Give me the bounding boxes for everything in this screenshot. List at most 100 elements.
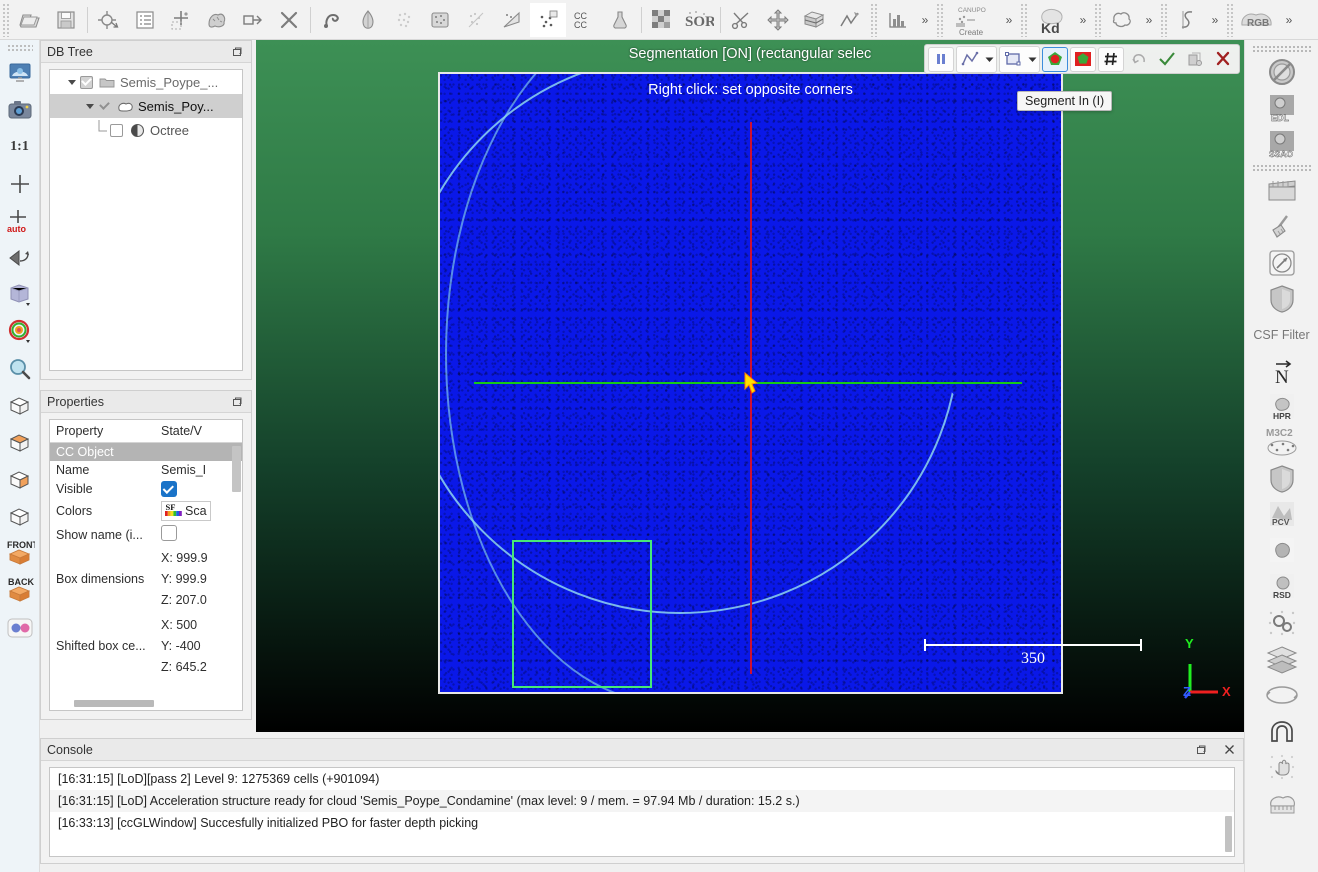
polyline-select-button[interactable] <box>957 47 983 72</box>
edl-shader-button[interactable]: EDL <box>1247 90 1317 126</box>
tree-item-semis-poy-cloud[interactable]: Semis_Poy... <box>50 94 242 118</box>
undock-icon[interactable] <box>229 44 245 60</box>
segment-in-button[interactable] <box>1042 46 1068 72</box>
table-row[interactable]: Colors SF Sca <box>50 499 242 523</box>
view-left-button[interactable] <box>2 498 38 535</box>
visible-checkbox[interactable] <box>161 481 177 497</box>
zoom-one-to-one-button[interactable]: 1:1 <box>2 128 38 165</box>
ssao-shader-button[interactable]: SSAO <box>1247 126 1317 162</box>
global-zoom-button[interactable] <box>2 54 38 91</box>
align-button[interactable] <box>494 3 530 37</box>
cross-section-button[interactable] <box>796 3 832 37</box>
rgb-plugin-button[interactable]: RGB <box>1236 3 1280 37</box>
toggle-properties-button[interactable] <box>163 3 199 37</box>
snapshot-button[interactable] <box>2 91 38 128</box>
properties-horizontal-scrollbar[interactable] <box>74 700 154 707</box>
hand-button[interactable] <box>1247 749 1317 785</box>
left-toolbar-drag-handle[interactable] <box>6 44 33 51</box>
validate-and-delete-button[interactable] <box>1182 47 1208 72</box>
poisson-blob-button[interactable] <box>1247 533 1317 569</box>
rectangular-selection-combo[interactable] <box>999 45 1040 73</box>
console-scrollbar[interactable] <box>1225 816 1232 852</box>
m3c2-button[interactable]: M3C2 <box>1247 425 1317 461</box>
sor-filter-button[interactable]: SOR <box>681 3 717 37</box>
translate-rotate-button[interactable] <box>760 3 796 37</box>
toolbar-drag-handle[interactable] <box>1094 2 1102 37</box>
save-button[interactable] <box>48 3 84 37</box>
toolbar-drag-handle[interactable] <box>870 2 878 37</box>
delete-button[interactable] <box>271 3 307 37</box>
properties-body[interactable]: Property State/V CC Object Name Semis_I … <box>49 419 243 711</box>
table-row[interactable]: Shifted box ce... X: 500 Y: -400 Z: 645.… <box>50 613 242 680</box>
cc-cc-button[interactable]: CC CC <box>566 3 602 37</box>
register-clouds-button[interactable] <box>458 3 494 37</box>
table-row[interactable]: Box dimensions X: 999.9 Y: 999.9 Z: 207.… <box>50 546 242 613</box>
tree-item-octree[interactable]: Octree <box>50 118 242 142</box>
animation-button[interactable] <box>1247 173 1317 209</box>
toolbar-overflow-plugin2[interactable]: » <box>1206 3 1224 37</box>
visibility-checkbox[interactable] <box>98 100 111 113</box>
show-name-checkbox[interactable] <box>161 525 177 541</box>
polyline-dropdown-arrow-icon[interactable] <box>983 47 996 72</box>
toolbar-overflow-canupo[interactable]: » <box>1000 3 1018 37</box>
no-shader-button[interactable] <box>1247 54 1317 90</box>
undock-icon[interactable] <box>1193 742 1209 758</box>
shield-csf-button[interactable] <box>1247 281 1317 317</box>
cloud-measure-button[interactable] <box>1247 785 1317 821</box>
rect-select-button[interactable] <box>1000 47 1026 72</box>
arch-button[interactable] <box>1247 713 1317 749</box>
cancel-button[interactable] <box>1210 47 1236 72</box>
color-scale-button[interactable] <box>2 313 38 350</box>
toolbar-overflow-histogram[interactable]: » <box>916 3 934 37</box>
colors-dropdown[interactable]: SF Sca <box>161 501 211 521</box>
open-button[interactable] <box>12 3 48 37</box>
properties-vertical-scrollbar[interactable] <box>232 446 241 492</box>
shield-2-button[interactable] <box>1247 461 1317 497</box>
gears-button[interactable] <box>1247 605 1317 641</box>
view-bottom-button[interactable] <box>2 461 38 498</box>
visibility-checkbox[interactable] <box>110 123 123 137</box>
global-shift-button[interactable] <box>91 3 127 37</box>
view-isometric-button[interactable] <box>2 424 38 461</box>
view-top-button[interactable] <box>2 387 38 424</box>
hpr-button[interactable]: HPR <box>1247 389 1317 425</box>
undo-button[interactable] <box>1126 47 1152 72</box>
broom-button[interactable] <box>1247 209 1317 245</box>
right-toolbar-drag-handle-2[interactable] <box>1251 164 1312 171</box>
canupo-create-button[interactable]: CANUPO Create <box>946 3 1000 37</box>
use-existing-polyline-button[interactable] <box>1098 46 1124 72</box>
table-row[interactable]: Name Semis_I <box>50 461 242 479</box>
db-tree-body[interactable]: Semis_Poype_... Semis_Poy... Octree <box>49 69 243 371</box>
console-body[interactable]: [16:31:15] [LoD][pass 2] Level 9: 127536… <box>49 767 1235 857</box>
gl-viewport[interactable]: Segmentation [ON] (rectangular selec Rig… <box>256 40 1244 732</box>
cloud-distance-button[interactable] <box>530 2 566 37</box>
toolbar-drag-handle[interactable] <box>1226 2 1234 37</box>
view-front-button[interactable]: FRONT <box>2 535 38 572</box>
kd-tree-button[interactable]: Kd <box>1030 3 1074 37</box>
toolbar-drag-handle[interactable] <box>936 2 944 37</box>
toolbar-overflow-kd[interactable]: » <box>1074 3 1092 37</box>
normals-n-button[interactable]: N <box>1247 353 1317 389</box>
trace-polyline-button[interactable] <box>832 3 868 37</box>
chevron-down-icon[interactable] <box>64 74 80 90</box>
chevron-down-icon[interactable] <box>82 98 98 114</box>
rectangular-selection[interactable] <box>512 540 652 688</box>
layers-button[interactable] <box>1247 641 1317 677</box>
segment-out-button[interactable] <box>1070 46 1096 72</box>
clone-button[interactable] <box>199 3 235 37</box>
rect-dropdown-arrow-icon[interactable] <box>1026 47 1039 72</box>
color-gradient-button[interactable] <box>350 3 386 37</box>
pause-segmentation-button[interactable] <box>928 46 954 72</box>
histogram-button[interactable] <box>880 3 916 37</box>
auto-pick-center-button[interactable]: auto <box>2 202 38 239</box>
toolbar-overflow-plugin1[interactable]: » <box>1140 3 1158 37</box>
right-toolbar-drag-handle-1[interactable] <box>1251 45 1312 52</box>
pcv-button[interactable]: PCV <box>1247 497 1317 533</box>
statistical-test-button[interactable] <box>602 3 638 37</box>
noise-filter-button[interactable] <box>645 3 681 37</box>
toggle-camera-mode-button[interactable] <box>2 239 38 276</box>
contour-plugin-button[interactable] <box>1104 3 1140 37</box>
toolbar-overflow-rgb[interactable]: » <box>1280 3 1298 37</box>
ellipse-button[interactable] <box>1247 677 1317 713</box>
compute-normals-button[interactable] <box>314 3 350 37</box>
